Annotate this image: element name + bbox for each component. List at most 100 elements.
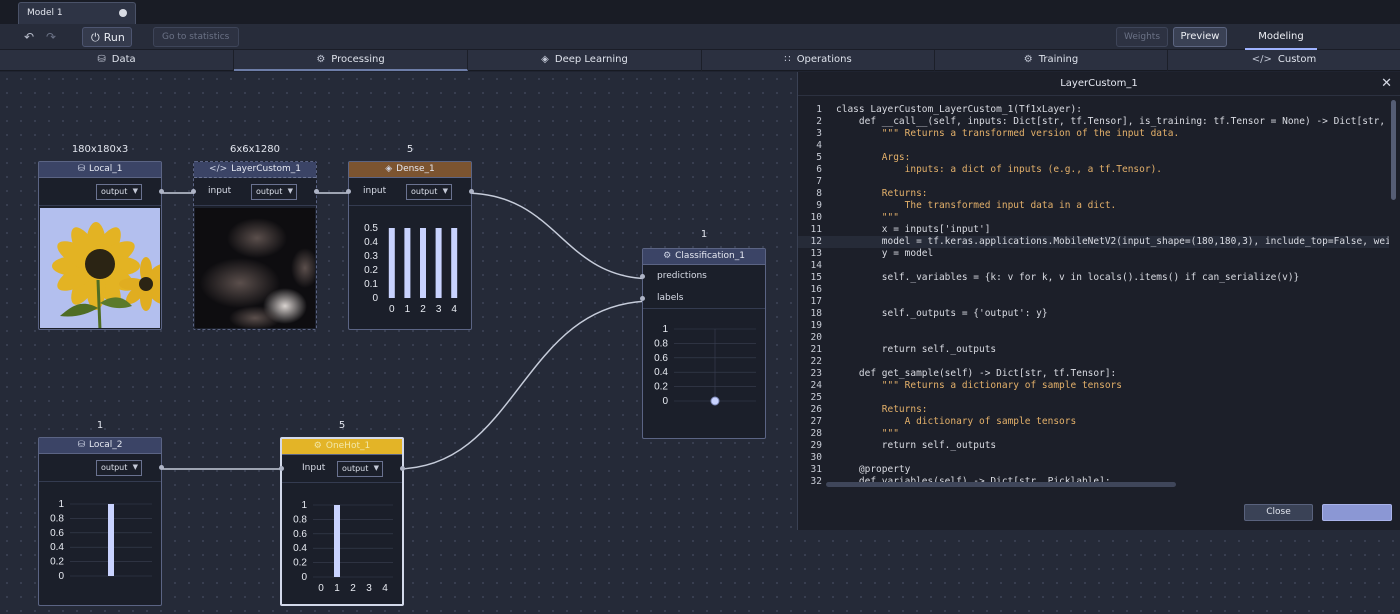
apply-button[interactable] bbox=[1322, 504, 1392, 521]
code-line[interactable]: 29 return self._outputs bbox=[798, 440, 1389, 452]
node-local2[interactable]: ⛁ Local_2 output ▼ 1 0.8 0.6 0.4 0.2 0 bbox=[38, 437, 164, 606]
code-line[interactable]: 20 bbox=[798, 332, 1389, 344]
output-port[interactable] bbox=[469, 189, 474, 194]
input-port[interactable] bbox=[191, 189, 196, 194]
node-dense1[interactable]: ◈ Dense_1 input output ▼ 0.5 0.4 0.3 0.2 0.1 0 0… bbox=[346, 161, 474, 330]
app-window: Model 1 ↶ ↷ ⏻ Run Go to statistics Weight… bbox=[0, 0, 1400, 614]
io-row: output ▼ bbox=[39, 454, 164, 482]
code-line[interactable]: 19 bbox=[798, 320, 1389, 332]
undo-icon[interactable]: ↶ bbox=[24, 30, 34, 44]
output-select[interactable]: output ▼ bbox=[96, 460, 142, 476]
output-port[interactable] bbox=[159, 189, 164, 194]
code-line[interactable]: 9 The transformed input data in a dict. bbox=[798, 200, 1389, 212]
code-text: return self._outputs bbox=[836, 344, 997, 355]
y-tick-label: 0.8 bbox=[50, 513, 64, 524]
code-line[interactable]: 11 x = inputs['input'] bbox=[798, 224, 1389, 236]
code-line[interactable]: 30 bbox=[798, 452, 1389, 464]
category-custom[interactable]: </> Custom bbox=[1168, 50, 1400, 71]
code-line[interactable]: 5 Args: bbox=[798, 152, 1389, 164]
code-line[interactable]: 17 bbox=[798, 296, 1389, 308]
io-row: input output ▼ bbox=[346, 178, 474, 206]
code-line[interactable]: 18 self._outputs = {'output': y} bbox=[798, 308, 1389, 320]
redo-icon[interactable]: ↷ bbox=[46, 30, 56, 44]
output-select[interactable]: output ▼ bbox=[251, 184, 297, 200]
node-layercustom1[interactable]: </> LayerCustom_1 input output ▼ bbox=[191, 161, 319, 330]
line-number: 8 bbox=[816, 188, 822, 199]
output-select-value: output bbox=[256, 187, 283, 196]
node-local1[interactable]: ⛁ Local_1 output ▼ bbox=[38, 161, 164, 330]
labels-port[interactable] bbox=[640, 296, 645, 301]
node-header[interactable]: ⚙ Classification_1 bbox=[643, 249, 765, 265]
code-line[interactable]: 7 bbox=[798, 176, 1389, 188]
code-line[interactable]: 13 y = model bbox=[798, 248, 1389, 260]
output-port[interactable] bbox=[314, 189, 319, 194]
code-editor[interactable]: 1 class LayerCustom_LayerCustom_1(Tf1xLay… bbox=[798, 104, 1389, 484]
bar bbox=[451, 228, 458, 298]
category-processing[interactable]: ⚙ Processing bbox=[234, 50, 468, 71]
code-line[interactable]: 23 def get_sample(self) -> Dict[str, tf.… bbox=[798, 368, 1389, 380]
output-select[interactable]: output ▼ bbox=[406, 184, 452, 200]
code-line[interactable]: 6 inputs: a dict of inputs (e.g., a tf.T… bbox=[798, 164, 1389, 176]
x-tick-label: 2 bbox=[420, 304, 426, 315]
weights-button[interactable]: Weights bbox=[1116, 27, 1168, 47]
category-training[interactable]: ⚙ Training bbox=[935, 50, 1168, 71]
chart-svg: 1 0.8 0.6 0.4 0.2 0 bbox=[654, 324, 756, 407]
category-deep-learning[interactable]: ◈ Deep Learning bbox=[468, 50, 702, 71]
close-button[interactable]: Close bbox=[1244, 504, 1313, 521]
node-header[interactable]: ⚙ OneHot_1 bbox=[282, 439, 402, 455]
category-label: Training bbox=[1038, 54, 1079, 65]
output-port[interactable] bbox=[400, 466, 405, 471]
vertical-scrollbar[interactable] bbox=[1391, 100, 1396, 200]
output-select[interactable]: output ▼ bbox=[337, 461, 383, 477]
close-icon[interactable]: ✕ bbox=[1381, 76, 1392, 91]
code-line[interactable]: 16 bbox=[798, 284, 1389, 296]
document-tab[interactable]: Model 1 bbox=[18, 2, 136, 24]
node-header[interactable]: ◈ Dense_1 bbox=[349, 162, 471, 178]
y-tick-label: 0.4 bbox=[293, 543, 307, 554]
category-label: Data bbox=[111, 54, 136, 65]
output-select[interactable]: output ▼ bbox=[96, 184, 142, 200]
code-line[interactable]: 26 Returns: bbox=[798, 404, 1389, 416]
category-data[interactable]: ⛁ Data bbox=[0, 50, 234, 71]
node-header[interactable]: ⛁ Local_2 bbox=[39, 438, 161, 454]
y-tick-label: 0.2 bbox=[654, 382, 668, 393]
input-port[interactable] bbox=[279, 466, 284, 471]
code-line[interactable]: 3 """ Returns a transformed version of t… bbox=[798, 128, 1389, 140]
code-line[interactable]: 31 @property bbox=[798, 464, 1389, 476]
node-header[interactable]: ⛁ Local_1 bbox=[39, 162, 161, 178]
input-port[interactable] bbox=[346, 189, 351, 194]
code-line[interactable]: 10 """ bbox=[798, 212, 1389, 224]
code-line[interactable]: 27 A dictionary of sample tensors bbox=[798, 416, 1389, 428]
node-classification1[interactable]: ⚙ Classification_1 predictions labels 1 0.… bbox=[640, 248, 766, 439]
classification-chart: 1 0.8 0.6 0.4 0.2 0 bbox=[644, 311, 764, 437]
unsaved-dot-icon[interactable] bbox=[119, 9, 127, 17]
run-label: Run bbox=[103, 31, 125, 44]
node-header[interactable]: </> LayerCustom_1 bbox=[194, 162, 316, 178]
line-number: 31 bbox=[810, 464, 822, 475]
code-line[interactable]: 15 self._variables = {k: v for k, v in l… bbox=[798, 272, 1389, 284]
y-tick-label: 0.6 bbox=[293, 529, 307, 540]
code-line[interactable]: 22 bbox=[798, 356, 1389, 368]
category-operations[interactable]: ∷ Operations bbox=[702, 50, 935, 71]
run-button[interactable]: ⏻ Run bbox=[82, 27, 132, 47]
code-line[interactable]: 24 """ Returns a dictionary of sample te… bbox=[798, 380, 1389, 392]
code-line[interactable]: 8 Returns: bbox=[798, 188, 1389, 200]
code-line[interactable]: 4 bbox=[798, 140, 1389, 152]
preview-button[interactable]: Preview bbox=[1173, 27, 1227, 47]
line-number: 11 bbox=[810, 224, 822, 235]
code-line[interactable]: 28 """ bbox=[798, 428, 1389, 440]
horizontal-scrollbar[interactable] bbox=[826, 482, 1176, 487]
output-port[interactable] bbox=[159, 465, 164, 470]
code-line[interactable]: 21 return self._outputs bbox=[798, 344, 1389, 356]
go-to-statistics-button[interactable]: Go to statistics bbox=[153, 27, 239, 47]
code-line[interactable]: 14 bbox=[798, 260, 1389, 272]
code-line[interactable]: 2 def __call__(self, inputs: Dict[str, t… bbox=[798, 116, 1389, 128]
code-line[interactable]: 25 bbox=[798, 392, 1389, 404]
x-tick-label: 3 bbox=[436, 304, 442, 315]
tab-extra[interactable] bbox=[1320, 32, 1323, 42]
code-line[interactable]: 1 class LayerCustom_LayerCustom_1(Tf1xLay… bbox=[798, 104, 1389, 116]
node-onehot1[interactable]: ⚙ OneHot_1 Input output ▼ 1 0.8 0.6 0.4 0.2 0 0 1… bbox=[279, 437, 405, 606]
code-line[interactable]: 12 model = tf.keras.applications.MobileN… bbox=[798, 236, 1389, 248]
predictions-port[interactable] bbox=[640, 274, 645, 279]
tab-modeling[interactable]: Modeling bbox=[1245, 26, 1317, 50]
